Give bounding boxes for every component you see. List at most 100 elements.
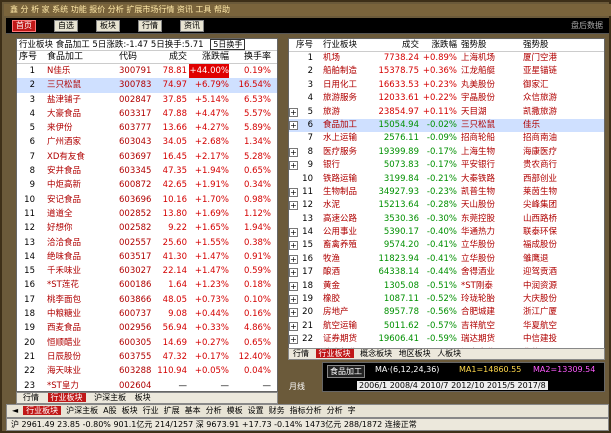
expand-icon[interactable]: + [289, 254, 298, 264]
table-row[interactable]: 4 大豪食品 603317 47.88 +4.47% 5.57% [17, 107, 277, 121]
expand-icon[interactable]: + [289, 308, 298, 318]
expand-icon[interactable]: + [289, 241, 298, 251]
sector-mini-chart[interactable]: 食品加工 MA·(6,12,24,36) MA1=14860.55 MA2=13… [289, 362, 605, 392]
table-row[interactable]: 1 机场 7738.24 +0.89% 上海机场 厦门空港 [289, 52, 604, 65]
toolbar-button-home[interactable]: 首页 [12, 20, 36, 32]
table-row[interactable]: 5 来伊份 603777 13.66 +4.27% 5.89% [17, 121, 277, 135]
expand-icon[interactable]: + [289, 120, 298, 130]
table-row[interactable]: 14 绝味食品 603517 41.30 +1.47% 0.91% [17, 250, 277, 264]
bottom-toolbar-item[interactable]: 基本 [185, 406, 201, 415]
col-index[interactable]: 序号 [19, 51, 37, 64]
table-row[interactable]: 20 恒顺醋业 600305 14.69 +0.27% 0.65% [17, 336, 277, 350]
left-tab-industry[interactable]: 行业板块 [47, 393, 86, 402]
table-row[interactable]: +17 酿酒 64338.14 -0.44% 舍得酒业 迎驾贡酒 [289, 266, 604, 279]
sort-5day-turnover-tab[interactable]: 5日换手 [210, 39, 246, 50]
table-row[interactable]: 16 *ST莲花 600186 1.64 +1.23% 0.18% [17, 278, 277, 292]
right-tab-concept[interactable]: 概念板块 [360, 349, 392, 358]
col-volume[interactable]: 成交 [377, 39, 419, 52]
expand-icon[interactable]: + [289, 147, 298, 157]
table-row[interactable]: +21 航空运输 5011.62 -0.57% 吉祥航空 华夏航空 [289, 320, 604, 333]
col-strong-stock-2[interactable]: 强势股 [523, 39, 575, 52]
col-price[interactable]: 成交 [157, 51, 187, 64]
expand-icon[interactable]: + [289, 321, 298, 331]
bottom-toolbar-item[interactable]: 模板 [227, 406, 243, 415]
col-code[interactable]: 代码 [119, 51, 137, 64]
bottom-toolbar-item[interactable]: 板块 [122, 406, 138, 415]
bottom-toolbar-item[interactable]: 行业 [143, 406, 159, 415]
table-row[interactable]: 3 盐津铺子 002847 37.85 +5.14% 6.53% [17, 93, 277, 107]
table-row[interactable]: 13 洽洽食品 002557 25.60 +1.55% 0.38% [17, 236, 277, 250]
table-row[interactable]: +5 旅游 23854.97 +0.11% 天目湖 凯撒旅游 [289, 106, 604, 119]
table-row[interactable]: 13 高速公路 3530.36 -0.30% 东莞控股 山西路桥 [289, 213, 604, 226]
table-row[interactable]: 22 海天味业 603288 110.94 +0.05% 0.04% [17, 364, 277, 378]
table-row[interactable]: +19 橡胶 1087.11 -0.52% 玲珑轮胎 大庆股份 [289, 293, 604, 306]
bottom-toolbar-item[interactable]: 分析 [327, 406, 343, 415]
left-tab-main-board[interactable]: 沪深主板 [94, 393, 126, 402]
expand-icon[interactable]: + [289, 281, 298, 291]
table-row[interactable]: +9 银行 5073.83 -0.17% 平安银行 贵农商行 [289, 159, 604, 172]
right-tab-region[interactable]: 地区板块 [399, 349, 431, 358]
table-row[interactable]: +15 畜禽养殖 9574.20 -0.41% 立华股份 福成股份 [289, 239, 604, 252]
bottom-toolbar-item[interactable]: 扩展 [164, 406, 180, 415]
table-row[interactable]: 1 N佳乐 300791 78.81 +44.00% 0.19% [17, 64, 277, 78]
expand-icon[interactable]: + [289, 295, 298, 305]
bottom-toolbar-item[interactable]: 财务 [269, 406, 285, 415]
table-row[interactable]: 8 安井食品 603345 47.35 +1.94% 0.65% [17, 164, 277, 178]
table-row[interactable]: 4 旅游服务 12033.61 +0.22% 宇晶股份 众信旅游 [289, 92, 604, 105]
table-row[interactable]: 23 *ST皇力 002604 — — — [17, 379, 277, 393]
right-tab-other[interactable]: 人板块 [437, 349, 461, 358]
bottom-toolbar-item[interactable]: 字 [348, 406, 356, 415]
table-row[interactable]: 21 日辰股份 603755 47.32 +0.17% 12.40% [17, 350, 277, 364]
col-index[interactable]: 序号 [291, 39, 313, 52]
col-name[interactable]: 食品加工 [47, 51, 115, 64]
table-row[interactable]: +20 房地产 8957.78 -0.56% 合肥城建 浙江广厦 [289, 306, 604, 319]
table-row[interactable]: +11 生物制品 34927.93 -0.23% 凯普生物 莱茵生物 [289, 186, 604, 199]
table-row[interactable]: 18 中粮糖业 600737 9.08 +0.44% 0.16% [17, 307, 277, 321]
bottom-toolbar-item[interactable]: 行业板块 [23, 406, 62, 415]
table-row[interactable]: 11 道道全 002852 13.80 +1.69% 1.12% [17, 207, 277, 221]
right-tab-industry[interactable]: 行业板块 [315, 349, 354, 358]
table-row[interactable]: 15 千禾味业 603027 22.14 +1.47% 0.59% [17, 264, 277, 278]
col-change-pct[interactable]: 涨跌幅 [189, 51, 229, 64]
table-row[interactable]: 3 日用化工 16633.53 +0.23% 丸美股份 御家汇 [289, 79, 604, 92]
table-row[interactable]: 2 船舶制造 15378.75 +0.36% 江龙船艇 亚星锚链 [289, 65, 604, 78]
bottom-toolbar-item[interactable]: 分析 [206, 406, 222, 415]
table-row[interactable]: 10 安记食品 603696 10.16 +1.70% 0.98% [17, 193, 277, 207]
expand-icon[interactable]: + [289, 107, 298, 117]
right-tab-quotes[interactable]: 行情 [293, 349, 309, 358]
expand-icon[interactable]: + [289, 201, 298, 211]
col-strong-stock[interactable]: 强势股 [461, 39, 517, 52]
col-change-pct[interactable]: 涨跌幅 [421, 39, 457, 52]
table-row[interactable]: 9 中炬高新 600872 42.65 +1.91% 0.34% [17, 178, 277, 192]
bottom-toolbar-item[interactable]: 沪深主板 [66, 406, 98, 415]
table-row[interactable]: +18 黄金 1305.08 -0.51% *ST刚泰 中润资源 [289, 280, 604, 293]
toolbar-button-watchlist[interactable]: 自选 [54, 20, 78, 32]
bottom-toolbar-item[interactable]: 指标分析 [290, 406, 322, 415]
bottom-toolbar-item[interactable]: 设置 [248, 406, 264, 415]
table-row[interactable]: 19 西麦食品 002956 56.94 +0.33% 4.86% [17, 321, 277, 335]
table-row[interactable]: 2 三只松鼠 300783 74.97 +6.79% 16.54% [17, 78, 277, 93]
col-turnover[interactable]: 换手率 [231, 51, 271, 64]
toolbar-button-sectors[interactable]: 板块 [96, 20, 120, 32]
col-sector[interactable]: 行业板块 [323, 39, 357, 52]
expand-icon[interactable]: + [289, 268, 298, 278]
left-tab-quotes[interactable]: 行情 [23, 393, 39, 402]
bottom-toolbar-item[interactable]: A股 [103, 406, 116, 415]
table-row[interactable]: +12 水泥 15213.64 -0.28% 天山股份 尖峰集团 [289, 199, 604, 212]
table-row[interactable]: +22 证券期货 19606.41 -0.59% 瑞达期货 中信建投 [289, 333, 604, 346]
table-row[interactable]: 12 好想你 002582 9.22 +1.65% 1.94% [17, 221, 277, 235]
expand-icon[interactable]: + [289, 335, 298, 345]
table-row[interactable]: 7 XD有友食 603697 16.45 +2.17% 5.28% [17, 150, 277, 164]
toolbar-button-quotes[interactable]: 行情 [138, 20, 162, 32]
table-row[interactable]: 7 水上运输 2576.11 -0.09% 招商轮船 招商南油 [289, 132, 604, 145]
table-row[interactable]: +6 食品加工 15054.94 -0.02% 三只松鼠 佳乐 [289, 118, 604, 133]
expand-icon[interactable]: + [289, 187, 298, 197]
toolbar-button-news[interactable]: 资讯 [180, 20, 204, 32]
bottom-toolbar-item[interactable]: ◄ [12, 406, 18, 415]
table-row[interactable]: +16 牧渔 11823.94 -0.41% 立华股份 雏鹰退 [289, 253, 604, 266]
table-row[interactable]: 17 桃李面包 603866 48.05 +0.73% 0.10% [17, 293, 277, 307]
table-row[interactable]: 6 广州酒家 603043 34.05 +2.68% 1.34% [17, 135, 277, 149]
table-row[interactable]: +8 医疗服务 19399.89 -0.17% 上海生物 海康医疗 [289, 146, 604, 159]
table-row[interactable]: +14 公用事业 5390.17 -0.40% 华通热力 联泰环保 [289, 226, 604, 239]
left-tab-sectors[interactable]: 板块 [135, 393, 151, 402]
